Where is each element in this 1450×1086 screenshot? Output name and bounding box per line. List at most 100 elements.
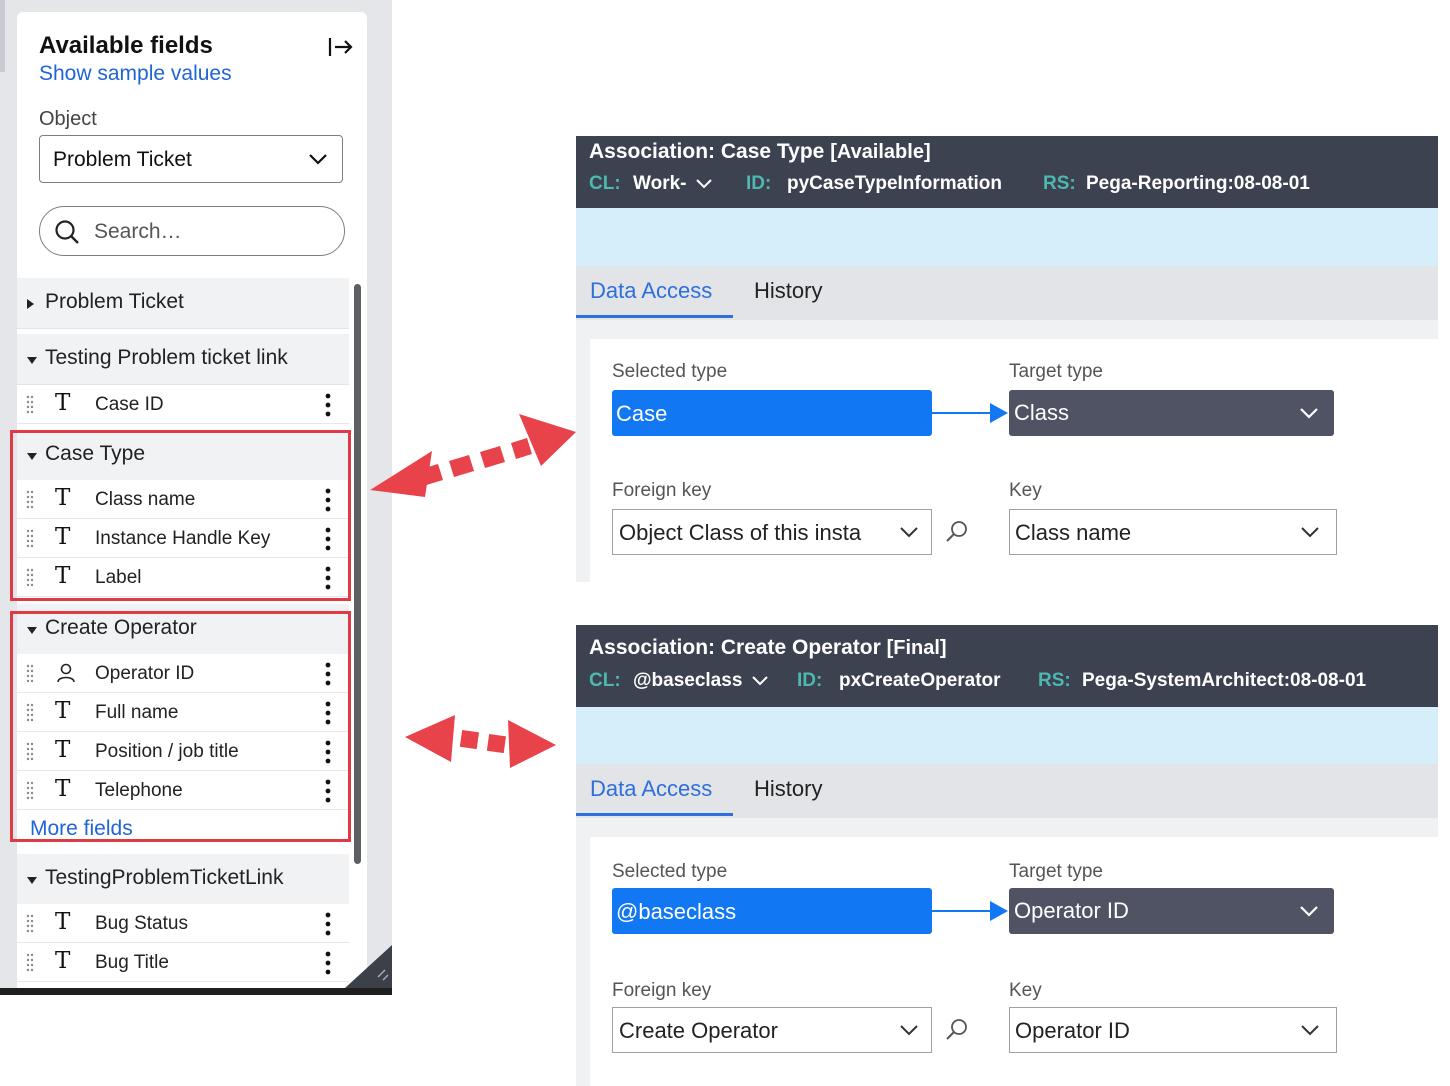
field-row[interactable]: T Bug Title (17, 943, 349, 982)
mapping-arrow-head-icon (990, 403, 1008, 423)
left-edge-strip (0, 0, 5, 72)
chevron-down-icon (309, 154, 327, 165)
panel-title: Available fields (39, 32, 213, 59)
cl-label: CL: (589, 173, 621, 194)
text-type-icon: T (55, 390, 71, 416)
chevron-down-icon (1301, 1025, 1319, 1036)
field-label: Bug Title (95, 952, 169, 973)
group-label: Testing Problem ticket link (45, 346, 288, 369)
target-type-label: Target type (1009, 361, 1103, 382)
object-select[interactable]: Problem Ticket (39, 135, 343, 183)
target-type-label: Target type (1009, 861, 1103, 882)
kebab-menu-icon[interactable] (325, 393, 331, 417)
association-create-operator-panel: Association: Create Operator [Final] CL:… (576, 625, 1450, 1086)
resize-handle-icon[interactable] (345, 945, 392, 988)
tab-data-access[interactable]: Data Access (590, 278, 712, 304)
association-title: Association: Create Operator [Final] (589, 636, 947, 659)
id-label: ID: (797, 670, 823, 691)
chevron-down-icon (751, 676, 768, 686)
mapping-arrow-line (932, 412, 992, 414)
tab-history[interactable]: History (754, 278, 822, 304)
tab-bar: Data Access History (576, 266, 1438, 320)
field-label: Bug Status (95, 913, 188, 934)
group-testingproblemticketlink[interactable]: TestingProblemTicketLink (17, 854, 349, 905)
chevron-down-icon (1300, 408, 1318, 419)
field-label: Case ID (95, 394, 164, 415)
caret-right-icon (27, 299, 34, 309)
text-type-icon: T (55, 909, 71, 935)
rs-label: RS: (1038, 670, 1071, 691)
object-select-value: Problem Ticket (53, 148, 192, 171)
id-label: ID: (746, 173, 772, 194)
group-label: Problem Ticket (45, 290, 184, 313)
chevron-down-icon (1300, 906, 1318, 917)
drag-handle-icon[interactable] (26, 394, 34, 414)
mapping-arrow-line (932, 910, 992, 912)
text-type-icon: T (55, 948, 71, 974)
search-icon (55, 220, 79, 244)
field-row[interactable]: T Bug Status (17, 904, 349, 943)
association-header: Association: Case Type [Available] CL: W… (576, 136, 1438, 208)
active-tab-underline (576, 813, 733, 816)
selected-type-field: Case (612, 390, 932, 436)
chevron-down-icon (696, 179, 712, 189)
foreign-key-select[interactable]: Object Class of this insta (612, 509, 932, 555)
cl-label: CL: (589, 670, 621, 691)
double-arrow-create-operator-icon (405, 715, 556, 768)
association-body: Selected type Target type Case Class For… (576, 320, 1438, 584)
selected-type-label: Selected type (612, 361, 728, 382)
chevron-down-icon (900, 527, 918, 538)
rs-label: RS: (1043, 173, 1076, 194)
group-problem-ticket[interactable]: Problem Ticket (17, 278, 349, 329)
cl-value[interactable]: Work- (633, 173, 712, 195)
target-type-select[interactable]: Operator ID (1009, 888, 1334, 934)
search-field[interactable] (39, 206, 345, 256)
foreign-key-select[interactable]: Create Operator (612, 1007, 932, 1053)
selected-type-field: @baseclass (612, 888, 932, 934)
target-type-select[interactable]: Class (1009, 390, 1334, 436)
cl-value[interactable]: @baseclass (633, 670, 768, 692)
foreign-key-label: Foreign key (612, 980, 712, 1001)
rs-value: Pega-SystemArchitect:08-08-01 (1082, 670, 1367, 691)
tab-data-access[interactable]: Data Access (590, 776, 712, 802)
id-value: pyCaseTypeInformation (787, 173, 1003, 194)
show-sample-values-link[interactable]: Show sample values (39, 62, 232, 86)
info-band (576, 707, 1438, 764)
id-value: pxCreateOperator (839, 670, 1001, 691)
panel-scrollbar[interactable] (354, 284, 361, 864)
group-label: TestingProblemTicketLink (45, 866, 284, 889)
highlight-create-operator (10, 611, 351, 842)
field-row[interactable]: T Case ID (17, 385, 349, 424)
object-label: Object (39, 108, 97, 130)
drag-handle-icon[interactable] (26, 952, 34, 972)
association-card: Selected type Target type Case Class For… (590, 339, 1438, 584)
highlight-case-type (10, 430, 351, 601)
kebab-menu-icon[interactable] (325, 951, 331, 975)
association-case-type-panel: Association: Case Type [Available] CL: W… (576, 136, 1450, 584)
tab-bar: Data Access History (576, 764, 1438, 818)
magnifier-icon[interactable] (944, 1017, 970, 1043)
search-input[interactable] (92, 217, 326, 247)
chevron-down-icon (900, 1025, 918, 1036)
drag-handle-icon[interactable] (26, 913, 34, 933)
mapping-arrow-head-icon (990, 901, 1008, 921)
group-testing-problem-ticket-link[interactable]: Testing Problem ticket link (17, 334, 349, 385)
kebab-menu-icon[interactable] (325, 912, 331, 936)
key-label: Key (1009, 480, 1042, 501)
left-panel-bottom-border (0, 988, 392, 995)
association-header: Association: Create Operator [Final] CL:… (576, 625, 1438, 707)
key-select[interactable]: Class name (1009, 509, 1337, 555)
foreign-key-label: Foreign key (612, 480, 712, 501)
active-tab-underline (576, 315, 733, 318)
caret-down-icon (27, 877, 37, 884)
tab-history[interactable]: History (754, 776, 822, 802)
rs-value: Pega-Reporting:08-08-01 (1086, 173, 1310, 194)
key-select[interactable]: Operator ID (1009, 1007, 1337, 1053)
double-arrow-case-type-icon (370, 414, 576, 497)
collapse-panel-icon[interactable] (327, 34, 355, 60)
selected-type-label: Selected type (612, 861, 728, 882)
key-label: Key (1009, 980, 1042, 1001)
association-card: Selected type Target type @baseclass Ope… (590, 837, 1438, 1086)
magnifier-icon[interactable] (944, 519, 970, 545)
caret-down-icon (27, 357, 37, 364)
